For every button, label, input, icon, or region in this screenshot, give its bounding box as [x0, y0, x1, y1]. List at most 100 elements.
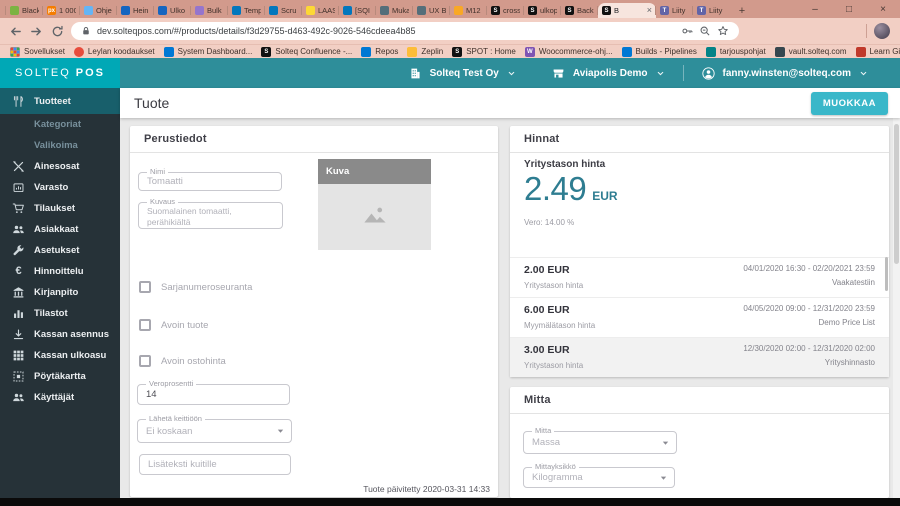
- tab-ohje[interactable]: Ohje: [79, 3, 117, 18]
- user-menu[interactable]: fanny.winsten@solteq.com: [684, 66, 886, 80]
- sidebar-item-kassan-ulkoasu[interactable]: Kassan ulkoasu: [0, 345, 120, 366]
- extension-camera[interactable]: [826, 25, 839, 38]
- extension-ms-grid[interactable]: [846, 25, 859, 38]
- tab-temp[interactable]: Temp: [227, 3, 265, 18]
- sidebar-item-label: Valikoima: [34, 140, 78, 151]
- sidebar-item-varasto[interactable]: Varasto: [0, 177, 120, 198]
- reload-button[interactable]: [50, 24, 64, 38]
- bookmark-vault-solteq-com[interactable]: vault.solteq.com: [774, 46, 847, 57]
- sidebar: Tuotteet Kategoriat Valikoima Ainesosat …: [0, 88, 120, 498]
- mittayksikko-select[interactable]: Mittayksikkö Kilogramma: [523, 463, 675, 488]
- tab-liity[interactable]: T Liity: [655, 3, 693, 18]
- tab-back[interactable]: S Back: [560, 3, 598, 18]
- checkbox[interactable]: [139, 281, 151, 293]
- tab-m12[interactable]: M12: [449, 3, 487, 18]
- product-image-placeholder[interactable]: Kuva: [318, 159, 431, 250]
- tab-1-000[interactable]: px 1 000: [42, 3, 80, 18]
- price-row[interactable]: 3.00 EUR Yritystason hinta 12/30/2020 02…: [510, 337, 889, 377]
- bookmark-woocommerce-ohj[interactable]: W Woocommerce-ohj...: [524, 46, 613, 57]
- extension-pen[interactable]: [806, 25, 819, 38]
- sidebar-item-tilaukset[interactable]: Tilaukset: [0, 198, 120, 219]
- checkbox-row[interactable]: Sarjanumeroseuranta: [139, 281, 252, 293]
- veroprosentti-field[interactable]: Veroprosentti 14: [137, 380, 290, 405]
- new-tab-button[interactable]: +: [734, 3, 750, 18]
- bookmark-tarjouspohjat[interactable]: tarjouspohjat: [705, 46, 766, 57]
- tab-ux-b[interactable]: UX B: [412, 3, 450, 18]
- tab-title: Temp: [244, 6, 261, 15]
- company-selector[interactable]: Solteq Test Oy: [391, 67, 534, 80]
- price-row[interactable]: 6.00 EUR Myymälätason hinta 04/05/2020 0…: [510, 297, 889, 337]
- zoom-icon[interactable]: [699, 25, 711, 37]
- tab-scru[interactable]: Scru: [264, 3, 302, 18]
- sidebar-item-kategoriat[interactable]: Kategoriat: [0, 114, 120, 135]
- page-scrollbar[interactable]: [893, 118, 900, 498]
- tab-bulk[interactable]: Bulk: [190, 3, 228, 18]
- bookmark-zeplin[interactable]: Zeplin: [407, 46, 443, 57]
- bookmark-solteq-confluence[interactable]: S Solteq Confluence -...: [261, 46, 352, 57]
- bookmark-sovellukset[interactable]: Sovellukset: [10, 46, 65, 57]
- extension-blue-circle[interactable]: [766, 25, 779, 38]
- minimize-button[interactable]: –: [798, 0, 832, 18]
- tab-b[interactable]: S B ×: [597, 3, 656, 18]
- tab-muka[interactable]: Muka: [375, 3, 413, 18]
- checkbox[interactable]: [139, 355, 151, 367]
- tab-hein[interactable]: Hein: [116, 3, 154, 18]
- sidebar-item-p-yt-kartta[interactable]: Pöytäkartta: [0, 366, 120, 387]
- maximize-button[interactable]: □: [832, 0, 866, 18]
- bookmark-learn-git-branching[interactable]: Learn Git Branching: [855, 46, 900, 57]
- tab-laas[interactable]: LAAS: [301, 3, 339, 18]
- close-button[interactable]: ×: [866, 0, 900, 18]
- select-arrow-icon: [659, 473, 668, 482]
- panel-scrollbar[interactable]: [885, 257, 888, 291]
- warehouse-icon: [12, 181, 25, 194]
- profile-avatar[interactable]: [874, 23, 890, 39]
- checkbox[interactable]: [139, 319, 151, 331]
- extension-ghost[interactable]: [786, 25, 799, 38]
- bookmark-repos[interactable]: Repos: [361, 46, 398, 57]
- lisateksti-kuitille-input[interactable]: Lisäteksti kuitille: [139, 454, 291, 475]
- sidebar-item-hinnoittelu[interactable]: € Hinnoittelu: [0, 261, 120, 282]
- bookmark-leylan-koodaukset[interactable]: Leylan koodaukset: [73, 46, 155, 57]
- kuvaus-field[interactable]: Kuvaus Suomalainen tomaatti, perähikiält…: [138, 198, 283, 229]
- back-button[interactable]: [8, 24, 22, 38]
- sidebar-item-tilastot[interactable]: Tilastot: [0, 303, 120, 324]
- company-price-label: Yritystason hinta: [524, 159, 606, 170]
- sidebar-item-valikoima[interactable]: Valikoima: [0, 135, 120, 156]
- bookmark-spot-home[interactable]: S SPOT : Home: [452, 46, 516, 57]
- sidebar-item-asetukset[interactable]: Asetukset: [0, 240, 120, 261]
- tab-favicon: [84, 6, 93, 15]
- tab-liity[interactable]: T Liity: [692, 3, 730, 18]
- sidebar-item-kirjanpito[interactable]: Kirjanpito: [0, 282, 120, 303]
- star-icon[interactable]: [717, 25, 729, 37]
- tab-cross[interactable]: S cross: [486, 3, 524, 18]
- store-selector[interactable]: Aviapolis Demo: [534, 67, 683, 80]
- url-bar[interactable]: dev.solteqpos.com/#/products/details/f3d…: [71, 22, 739, 40]
- sidebar-item-kassan-asennus[interactable]: Kassan asennus: [0, 324, 120, 345]
- bookmark-builds-pipelines[interactable]: Builds - Pipelines: [621, 46, 697, 57]
- tab-strip: Black px 1 000 Ohje Hein Ulko Bulk Temp …: [0, 0, 900, 18]
- tab-ulkop[interactable]: S ulkop: [523, 3, 561, 18]
- image-icon: [360, 200, 390, 235]
- mitta-select[interactable]: Mitta Massa: [523, 427, 677, 454]
- sidebar-item-asiakkaat[interactable]: Asiakkaat: [0, 219, 120, 240]
- key-icon: [681, 25, 693, 37]
- extension-blue-square[interactable]: [746, 25, 759, 38]
- laheta-keittioon-select[interactable]: Lähetä keittiöön Ei koskaan: [137, 415, 292, 443]
- bookmark-system-dashboard[interactable]: System Dashboard...: [163, 46, 252, 57]
- tab-favicon: S: [528, 6, 537, 15]
- checkbox-row[interactable]: Avoin tuote: [139, 319, 208, 331]
- sidebar-item-ainesosat[interactable]: Ainesosat: [0, 156, 120, 177]
- select-arrow-icon: [276, 427, 285, 436]
- tab-title: Liity: [672, 6, 686, 15]
- sidebar-item-k-ytt-j-t[interactable]: Käyttäjät: [0, 387, 120, 408]
- sidebar-item-tuotteet[interactable]: Tuotteet: [0, 88, 120, 114]
- checkbox-row[interactable]: Avoin ostohinta: [139, 355, 226, 367]
- tab-close-icon[interactable]: ×: [647, 6, 652, 15]
- nimi-field[interactable]: Nimi Tomaatti: [138, 168, 282, 191]
- tab-sqi[interactable]: [SQI: [338, 3, 376, 18]
- price-row[interactable]: 2.00 EUR Yritystason hinta 04/01/2020 16…: [510, 257, 889, 297]
- tab-black[interactable]: Black: [5, 3, 43, 18]
- edit-button[interactable]: MUOKKAA: [810, 91, 888, 115]
- forward-button[interactable]: [29, 24, 43, 38]
- tab-ulko[interactable]: Ulko: [153, 3, 191, 18]
